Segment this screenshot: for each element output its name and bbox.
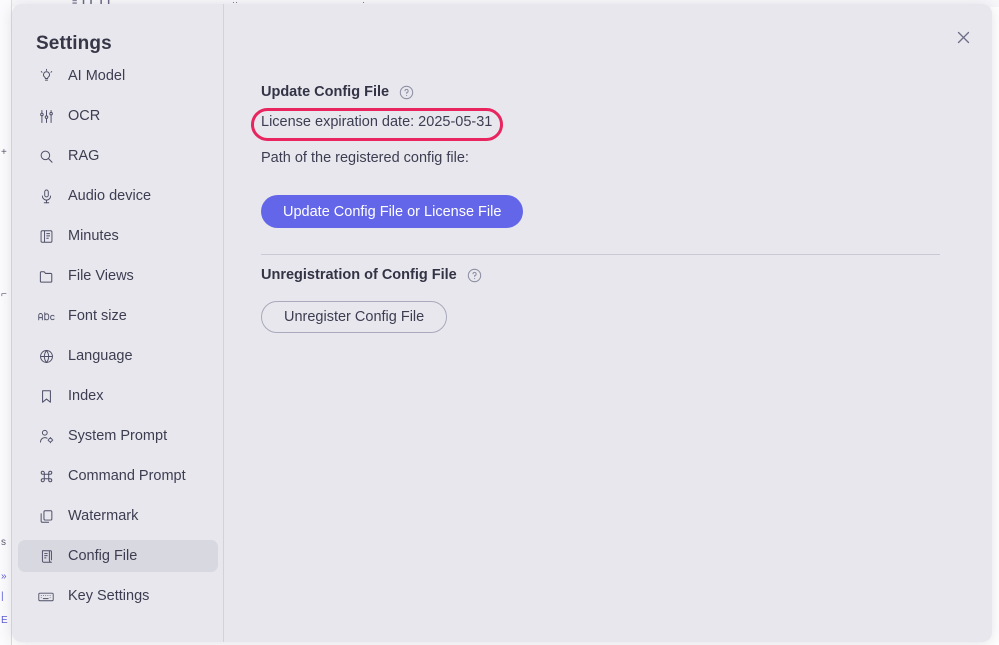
sidebar-item-language[interactable]: Language [18,340,218,372]
settings-main-panel: Update Config File License expiration da… [225,4,992,642]
page-title: Settings [36,33,112,54]
unregistration-heading: Unregistration of Config File [261,267,482,283]
user-gear-icon [36,426,56,446]
keyboard-icon [36,586,56,606]
sidebar-item-file-views[interactable]: File Views [18,260,218,292]
background-text-fragment: » [1,571,7,582]
bookmark-icon [36,386,56,406]
question-circle-icon [467,268,481,282]
sidebar-item-index[interactable]: Index [18,380,218,412]
command-key-icon [36,466,56,486]
update-config-file-heading: Update Config File [261,84,414,100]
question-circle-icon [399,85,414,99]
sidebar-item-label: Font size [68,308,127,324]
sidebar-item-label: Watermark [68,508,139,524]
help-icon-unregistration[interactable] [467,268,482,283]
sidebar-item-system-prompt[interactable]: System Prompt [18,420,218,452]
sidebar-item-ocr[interactable]: OCR [18,100,218,132]
background-text-fragment: + [1,147,7,158]
scroll-document-icon [36,546,56,566]
copy-layers-icon [36,506,56,526]
sidebar-item-label: File Views [68,268,134,284]
update-config-file-button[interactable]: Update Config File or License File [261,195,524,228]
sidebar-item-label: Config File [68,548,138,564]
sidebar-item-minutes[interactable]: Minutes [18,220,218,252]
settings-sidebar: Settings AI Model OCR RAG Audio device M… [12,4,224,642]
sidebar-item-label: Command Prompt [68,468,186,484]
sidebar-item-label: Key Settings [68,588,150,604]
close-button[interactable] [948,22,978,52]
section-divider [261,254,940,255]
sidebar-item-label: Audio device [68,188,152,204]
background-left-edge-strip: + ⌐ s » | E [0,0,12,645]
license-expiration-text: License expiration date: 2025-05-31 [261,114,493,130]
sidebar-item-config-file[interactable]: Config File [18,540,218,572]
sidebar-item-label: RAG [68,148,100,164]
update-config-file-heading-label: Update Config File [261,84,390,100]
sidebar-item-label: AI Model [68,68,126,84]
registered-config-path-label: Path of the registered config file: [261,150,469,166]
unregister-config-file-button[interactable]: Unregister Config File [261,301,448,333]
settings-dialog: Settings AI Model OCR RAG Audio device M… [12,4,992,642]
sidebar-item-label: OCR [68,108,101,124]
sidebar-item-key-settings[interactable]: Key Settings [18,580,218,612]
book-icon [36,226,56,246]
sidebar-item-label: Language [68,348,133,364]
sidebar-nav-list: AI Model OCR RAG Audio device Minutes Fi… [18,60,218,620]
sidebar-item-label: Index [68,388,104,404]
abc-text-icon [36,306,56,326]
background-text-fragment: | [1,591,4,602]
help-icon[interactable] [399,85,414,100]
background-text-fragment: ⌐ [1,289,7,300]
background-text-fragment: E [1,615,8,626]
globe-icon [36,346,56,366]
sidebar-item-command-prompt[interactable]: Command Prompt [18,460,218,492]
sidebar-item-audio-device[interactable]: Audio device [18,180,218,212]
sliders-icon [36,106,56,126]
sidebar-item-rag[interactable]: RAG [18,140,218,172]
sidebar-item-watermark[interactable]: Watermark [18,500,218,532]
microphone-icon [36,186,56,206]
sidebar-item-ai-model[interactable]: AI Model [18,60,218,92]
sidebar-item-label: System Prompt [68,428,168,444]
sidebar-item-label: Minutes [68,228,119,244]
close-icon [957,31,969,43]
lightbulb-icon [36,66,56,86]
folder-icon [36,266,56,286]
background-text-fragment: s [1,537,6,548]
search-icon [36,146,56,166]
unregistration-heading-label: Unregistration of Config File [261,267,457,283]
sidebar-item-font-size[interactable]: Font size [18,300,218,332]
